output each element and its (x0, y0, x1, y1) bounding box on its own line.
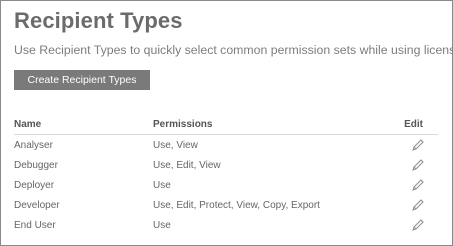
row-permissions: Use, View (153, 140, 198, 151)
row-name: Analyser (14, 140, 53, 151)
row-permissions: Use (153, 180, 171, 191)
table-row: Analyser Use, View (14, 135, 438, 155)
table-header: Name Permissions Edit (14, 116, 438, 135)
row-name: Developer (14, 200, 60, 211)
create-recipient-types-button[interactable]: Create Recipient Types (14, 70, 150, 90)
column-header-name: Name (14, 119, 42, 130)
table-row: End User Use (14, 215, 438, 235)
row-name: Deployer (14, 180, 55, 191)
pencil-icon[interactable] (411, 138, 425, 152)
table-row: Deployer Use (14, 175, 438, 195)
row-permissions: Use (153, 220, 171, 231)
column-header-edit: Edit (404, 119, 423, 130)
row-permissions: Use, Edit, Protect, View, Copy, Export (153, 200, 320, 211)
page-description: Use Recipient Types to quickly select co… (14, 43, 453, 57)
pencil-icon[interactable] (411, 218, 425, 232)
table-row: Debugger Use, Edit, View (14, 155, 438, 175)
row-name: Debugger (14, 160, 58, 171)
column-header-permissions: Permissions (153, 119, 213, 130)
pencil-icon[interactable] (411, 158, 425, 172)
pencil-icon[interactable] (411, 178, 425, 192)
row-permissions: Use, Edit, View (153, 160, 221, 171)
recipient-types-table: Name Permissions Edit Analyser Use, View… (14, 116, 438, 235)
recipient-types-panel: Recipient Types Use Recipient Types to q… (0, 0, 453, 246)
page-title: Recipient Types (14, 8, 183, 33)
table-row: Developer Use, Edit, Protect, View, Copy… (14, 195, 438, 215)
row-name: End User (14, 220, 56, 231)
pencil-icon[interactable] (411, 198, 425, 212)
